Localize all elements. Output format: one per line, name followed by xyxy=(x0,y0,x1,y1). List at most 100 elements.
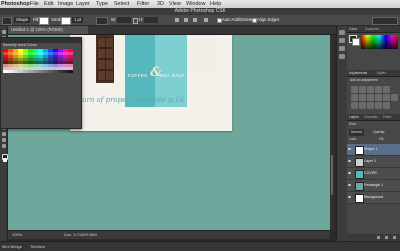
fill-swatch[interactable] xyxy=(39,17,49,25)
auto-add-delete-label: Auto Add/Delete xyxy=(222,17,253,22)
tab-styles[interactable]: Styles xyxy=(377,70,386,76)
shape-tool-icon[interactable] xyxy=(1,132,6,136)
swatch-grid[interactable] xyxy=(3,49,73,73)
menu-edit[interactable]: Edit xyxy=(44,0,53,8)
brightness-icon[interactable] xyxy=(351,86,358,93)
eye-icon[interactable] xyxy=(348,184,351,186)
stroke-type-select[interactable] xyxy=(96,17,108,25)
menu-filter[interactable]: Filter xyxy=(137,0,149,8)
menu-image[interactable]: Image xyxy=(58,0,73,8)
layer-thumbnail xyxy=(355,170,364,179)
hue-saturation-icon[interactable] xyxy=(351,94,358,101)
layer-row[interactable]: Background xyxy=(347,192,400,204)
height-field[interactable] xyxy=(144,17,158,23)
menu-type[interactable]: Type xyxy=(96,0,108,8)
stroke-swatch[interactable] xyxy=(61,17,71,25)
new-layer-icon[interactable] xyxy=(385,236,388,239)
background-color-icon[interactable] xyxy=(3,158,7,162)
hand-tool-icon[interactable] xyxy=(1,138,6,142)
eye-icon[interactable] xyxy=(348,148,351,150)
align-edges-label: Align Edges xyxy=(257,17,280,22)
zoom-tool-icon[interactable] xyxy=(1,144,6,148)
tool-mode-select[interactable]: Shape xyxy=(14,17,31,23)
vertical-scrollbar[interactable] xyxy=(330,35,334,230)
blend-mode-select[interactable]: Normal xyxy=(349,129,364,136)
paragraph-panel-icon[interactable] xyxy=(339,54,345,59)
black-white-icon[interactable] xyxy=(367,94,374,101)
menu-photoshop[interactable]: Photoshop xyxy=(1,0,30,8)
package-brand-text: TOFFEE SEA SALT xyxy=(125,73,187,78)
character-panel-icon[interactable] xyxy=(339,46,345,51)
layers-panel-header: Layers Channels Paths xyxy=(347,114,400,121)
tab-layers[interactable]: Layers xyxy=(349,114,359,120)
lock-label: Lock: xyxy=(349,137,357,141)
brand-right: SEA SALT xyxy=(159,73,185,78)
background-swatch[interactable] xyxy=(352,38,360,46)
adjustments-panel-header: Adjustments Styles xyxy=(347,70,400,77)
levels-icon[interactable] xyxy=(359,86,366,93)
posterize-icon[interactable] xyxy=(359,102,366,109)
document-tab[interactable]: Untitled-1 @ 100% (RGB/8) xyxy=(8,26,88,34)
color-balance-icon[interactable] xyxy=(359,94,366,101)
invert-icon[interactable] xyxy=(351,102,358,109)
layer-thumbnail xyxy=(355,194,364,203)
opacity-label: Opacity: xyxy=(373,130,386,134)
threshold-icon[interactable] xyxy=(367,102,374,109)
tab-channels[interactable]: Channels xyxy=(364,114,378,120)
wrapper-image xyxy=(190,35,216,73)
menu-window[interactable]: Window xyxy=(186,0,206,8)
layer-row[interactable]: Shape 1 xyxy=(347,144,400,156)
scrollbar-thumb[interactable] xyxy=(331,155,333,195)
new-group-icon[interactable] xyxy=(377,236,380,239)
gear-icon[interactable] xyxy=(204,18,208,22)
path-operations-icon[interactable] xyxy=(175,18,179,22)
layer-row[interactable]: Rectangle 1 xyxy=(347,180,400,192)
menu-file[interactable]: File xyxy=(30,0,39,8)
tab-adjustments[interactable]: Adjustments xyxy=(349,70,367,76)
window-title: Adobe Photoshop CS6 xyxy=(174,8,226,14)
eye-icon[interactable] xyxy=(348,160,351,162)
menu-help[interactable]: Help xyxy=(210,0,221,8)
right-panels: Color Swatches Adjustments Styles Add an… xyxy=(347,26,400,241)
pen-tool-preset-icon[interactable] xyxy=(2,17,12,25)
eye-icon[interactable] xyxy=(348,196,351,198)
workspace-switcher[interactable] xyxy=(372,17,398,25)
path-alignment-icon[interactable] xyxy=(184,18,188,22)
eye-icon[interactable] xyxy=(348,172,351,174)
adjustment-icons xyxy=(351,86,398,109)
color-lookup-icon[interactable] xyxy=(391,94,398,101)
layer-row[interactable]: COVER xyxy=(347,168,400,180)
link-icon[interactable] xyxy=(133,18,138,24)
vibrance-icon[interactable] xyxy=(383,86,390,93)
layer-thumbnail xyxy=(355,158,364,167)
width-field[interactable] xyxy=(117,17,131,23)
exposure-icon[interactable] xyxy=(375,86,382,93)
kind-filter[interactable]: Kind xyxy=(349,121,356,128)
path-arrangement-icon[interactable] xyxy=(193,18,197,22)
menu-layer[interactable]: Layer xyxy=(76,0,90,8)
layers-footer xyxy=(347,234,400,241)
zoom-level[interactable]: 100% xyxy=(12,231,22,239)
properties-panel-icon[interactable] xyxy=(339,38,345,43)
tab-swatches[interactable]: Swatches xyxy=(365,26,379,32)
color-spectrum[interactable] xyxy=(361,35,398,49)
layer-row[interactable]: Layer 1 xyxy=(347,156,400,168)
menu-select[interactable]: Select xyxy=(114,0,129,8)
color-swatch[interactable] xyxy=(68,70,73,73)
selective-color-icon[interactable] xyxy=(375,102,382,109)
photo-filter-icon[interactable] xyxy=(375,94,382,101)
layer-name: Shape 1 xyxy=(364,147,378,151)
stroke-width-field[interactable]: 1 pt xyxy=(72,17,83,23)
channel-mixer-icon[interactable] xyxy=(383,94,390,101)
move-tool-icon[interactable] xyxy=(1,30,6,34)
history-panel-icon[interactable] xyxy=(339,30,345,35)
layer-name: Rectangle 1 xyxy=(364,183,384,187)
tab-paths[interactable]: Paths xyxy=(383,114,391,120)
curves-icon[interactable] xyxy=(367,86,374,93)
menu-view[interactable]: View xyxy=(169,0,181,8)
gradient-map-icon[interactable] xyxy=(383,102,390,109)
trash-icon[interactable] xyxy=(393,236,396,239)
menu-3d[interactable]: 3D xyxy=(157,0,164,8)
tab-color[interactable]: Color xyxy=(349,26,357,32)
layer-thumbnail xyxy=(355,182,364,191)
